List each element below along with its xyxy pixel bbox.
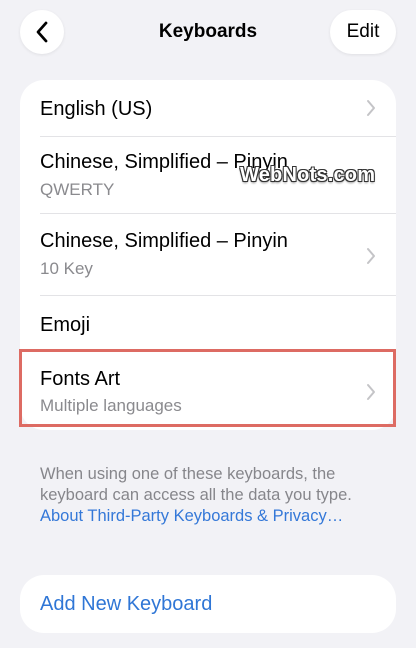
keyboard-item-emoji[interactable]: Emoji	[20, 296, 396, 350]
add-new-keyboard-label: Add New Keyboard	[40, 593, 213, 615]
keyboard-item-subtitle: QWERTY	[40, 180, 115, 199]
add-new-keyboard-button[interactable]: Add New Keyboard	[20, 575, 396, 633]
privacy-link[interactable]: About Third-Party Keyboards & Privacy…	[40, 507, 343, 525]
chevron-right-icon	[367, 248, 375, 264]
privacy-note: When using one of these keyboards, the k…	[40, 464, 380, 527]
keyboard-item-subtitle: 10 Key	[40, 259, 93, 278]
navigation-bar: Keyboards Edit	[0, 0, 416, 64]
keyboard-item-pinyin-10key[interactable]: Chinese, Simplified – Pinyin 10 Key	[20, 214, 396, 294]
chevron-right-icon	[367, 100, 375, 116]
privacy-note-text: When using one of these keyboards, the k…	[40, 465, 352, 504]
watermark-logo: WebNots.com	[240, 164, 376, 186]
keyboard-item-title: Chinese, Simplified – Pinyin	[40, 230, 288, 252]
keyboard-item-english[interactable]: English (US)	[20, 80, 396, 136]
keyboard-item-title: English (US)	[40, 98, 153, 120]
highlight-box	[19, 349, 396, 427]
edit-button[interactable]: Edit	[330, 10, 396, 54]
keyboard-item-title: Emoji	[40, 314, 91, 336]
